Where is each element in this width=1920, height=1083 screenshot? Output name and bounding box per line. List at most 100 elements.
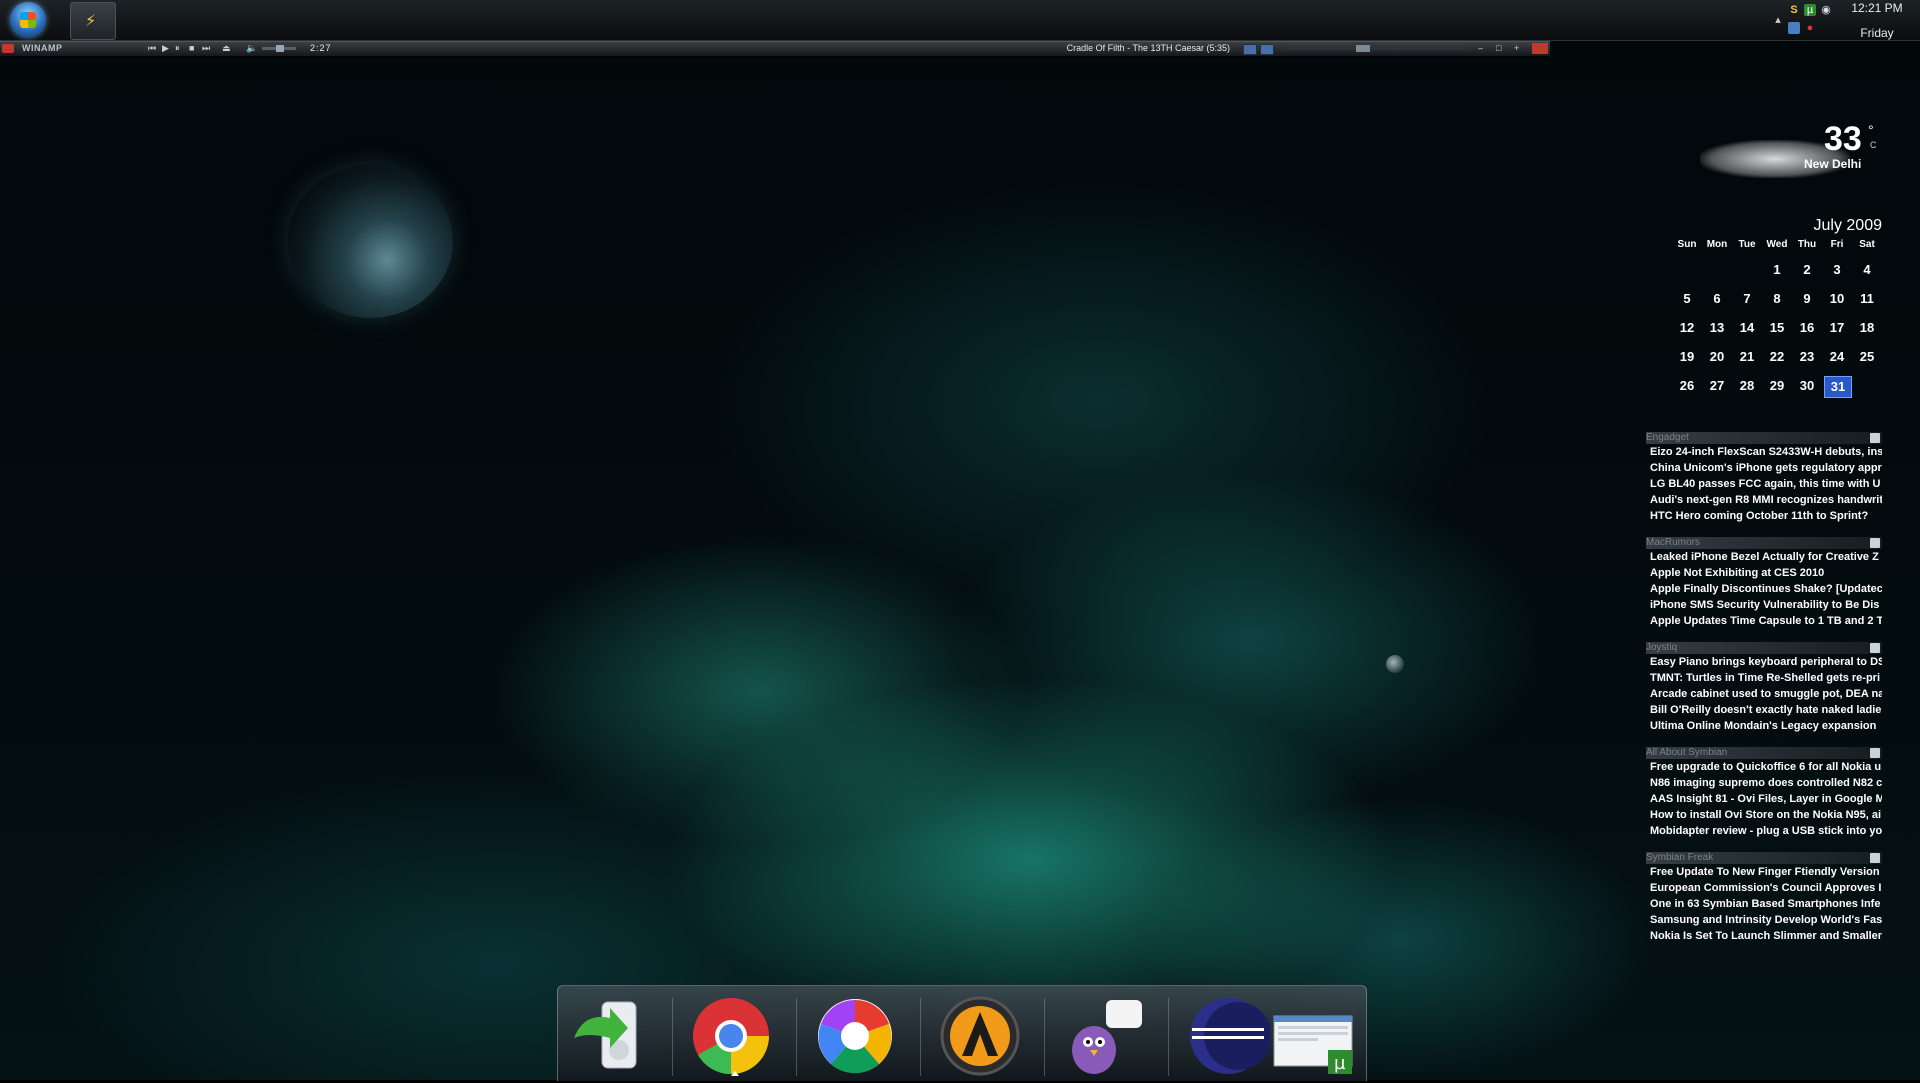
calendar-day[interactable]: 17: [1824, 318, 1850, 338]
eclipse-icon[interactable]: [1186, 994, 1272, 1078]
feed-headline-link[interactable]: HTC Hero coming October 11th to Sprint?: [1650, 510, 1882, 525]
calendar-day[interactable]: 8: [1764, 289, 1790, 309]
calendar-day[interactable]: 1: [1764, 260, 1790, 280]
calendar-day[interactable]: 27: [1704, 376, 1730, 396]
feed-headline-link[interactable]: Samsung and Intrinsity Develop World's F…: [1650, 914, 1882, 929]
feed-headline-link[interactable]: TMNT: Turtles in Time Re-Shelled gets re…: [1650, 672, 1882, 687]
feed-headline-link[interactable]: AAS Insight 81 - Ovi Files, Layer in Goo…: [1650, 793, 1882, 808]
calendar-day[interactable]: 19: [1674, 347, 1700, 367]
feed-headline-link[interactable]: One in 63 Symbian Based Smartphones Infe: [1650, 898, 1882, 913]
repeat-button[interactable]: [1260, 44, 1274, 55]
calendar-day[interactable]: 5: [1674, 289, 1700, 309]
ipod-sync-icon[interactable]: [566, 994, 650, 1078]
calendar-gadget[interactable]: July 2009 Sun Mon Tue Wed Thu Fri Sat 12345678…: [1672, 215, 1882, 398]
calendar-day[interactable]: 6: [1704, 289, 1730, 309]
feed-headline-link[interactable]: N86 imaging supremo does controlled N82 …: [1650, 777, 1882, 792]
feed-headline-link[interactable]: Easy Piano brings keyboard peripheral to…: [1650, 656, 1882, 671]
feed-headline-link[interactable]: iPhone SMS Security Vulnerability to Be …: [1650, 599, 1882, 614]
feed-headline-link[interactable]: Nokia Is Set To Launch Slimmer and Small…: [1650, 930, 1882, 945]
calendar-day[interactable]: 23: [1794, 347, 1820, 367]
skype-icon[interactable]: S: [1788, 4, 1800, 16]
taskbar-clock[interactable]: 12:21 PM Friday: [1838, 0, 1916, 40]
seek-thumb[interactable]: [1356, 45, 1370, 52]
calendar-day[interactable]: 22: [1764, 347, 1790, 367]
power-icon[interactable]: ◉: [1820, 4, 1832, 16]
previous-icon[interactable]: ⏮: [148, 43, 156, 54]
volume-icon[interactable]: ●: [1804, 22, 1816, 34]
aimp-icon[interactable]: [938, 994, 1022, 1078]
calendar-day[interactable]: 14: [1734, 318, 1760, 338]
feed-headline-link[interactable]: Mobidapter review - plug a USB stick int…: [1650, 825, 1882, 840]
feed-headline-link[interactable]: LG BL40 passes FCC again, this time with…: [1650, 478, 1882, 493]
pidgin-icon[interactable]: [1062, 994, 1146, 1078]
feed-headline-link[interactable]: Free Update To New Finger Ftiendly Versi…: [1650, 866, 1882, 881]
calendar-day[interactable]: 25: [1854, 347, 1880, 367]
shade-icon[interactable]: +: [1514, 43, 1519, 53]
window-icon[interactable]: □: [1496, 43, 1501, 53]
feed-headline-link[interactable]: Apple Not Exhibiting at CES 2010: [1650, 567, 1882, 582]
feed-section: Engadget Eizo 24-inch FlexScan S2433W-H d…: [1646, 432, 1882, 532]
utorrent-window-icon[interactable]: µ: [1270, 994, 1354, 1078]
weather-gadget[interactable]: 33 ° C New Delhi: [1700, 120, 1880, 180]
dock-separator: [796, 998, 797, 1076]
network-icon[interactable]: [1788, 22, 1800, 34]
calendar-day[interactable]: 13: [1704, 318, 1730, 338]
feed-headline-link[interactable]: Audi's next-gen R8 MMI recognizes handwr…: [1650, 494, 1882, 509]
volume-slider[interactable]: [262, 45, 296, 52]
calendar-day[interactable]: 3: [1824, 260, 1850, 280]
feed-headline-link[interactable]: Apple Updates Time Capsule to 1 TB and 2…: [1650, 615, 1882, 630]
seek-bar[interactable]: [1286, 45, 1466, 52]
pause-icon[interactable]: ⏸: [175, 43, 180, 54]
calendar-day[interactable]: 10: [1824, 289, 1850, 309]
volume-thumb[interactable]: [276, 45, 284, 52]
feed-headline-link[interactable]: China Unicom's iPhone gets regulatory ap…: [1650, 462, 1882, 477]
utorrent-icon[interactable]: µ: [1804, 4, 1816, 16]
calendar-day[interactable]: 2: [1794, 260, 1820, 280]
next-icon[interactable]: ⏭: [202, 43, 210, 54]
feed-source-header[interactable]: MacRumors: [1646, 537, 1882, 549]
feed-headline-link[interactable]: Ultima Online Mondain's Legacy expansion: [1650, 720, 1882, 735]
calendar-day[interactable]: 24: [1824, 347, 1850, 367]
calendar-day[interactable]: 4: [1854, 260, 1880, 280]
calendar-day[interactable]: 18: [1854, 318, 1880, 338]
winamp-bar: WINAMP ⏮ ▶ ⏸ ■ ⏭ ⏏ 🔈 2:27 Cradle Of Filt…: [0, 41, 1550, 57]
calendar-day[interactable]: 16: [1794, 318, 1820, 338]
winamp-taskbar-icon[interactable]: ⚡: [70, 2, 116, 40]
calendar-day[interactable]: 28: [1734, 376, 1760, 396]
calendar-today[interactable]: 31: [1824, 376, 1852, 398]
shuffle-button[interactable]: [1243, 44, 1257, 55]
chrome-icon[interactable]: [689, 994, 773, 1078]
feed-headline-link[interactable]: Leaked iPhone Bezel Actually for Creativ…: [1650, 551, 1882, 566]
feed-headline-link[interactable]: How to install Ovi Store on the Nokia N9…: [1650, 809, 1882, 824]
feed-headline-link[interactable]: European Commission's Council Approves I: [1650, 882, 1882, 897]
eject-icon[interactable]: ⏏: [222, 43, 231, 54]
feed-source-name: Engadget: [1646, 432, 1689, 443]
feed-source-header[interactable]: Engadget: [1646, 432, 1882, 444]
svg-text:µ: µ: [1334, 1053, 1346, 1074]
play-icon[interactable]: ▶: [162, 43, 169, 54]
calendar-day[interactable]: 12: [1674, 318, 1700, 338]
feed-source-header[interactable]: Symbian Freak: [1646, 852, 1882, 864]
feed-headline-link[interactable]: Eizo 24-inch FlexScan S2433W-H debuts, i…: [1650, 446, 1882, 461]
feed-headline-link[interactable]: Apple Finally Discontinues Shake? [Updat…: [1650, 583, 1882, 598]
calendar-day[interactable]: 7: [1734, 289, 1760, 309]
calendar-day[interactable]: 11: [1854, 289, 1880, 309]
feed-headline-link[interactable]: Bill O'Reilly doesn't exactly hate naked…: [1650, 704, 1882, 719]
feed-headline-link[interactable]: Free upgrade to Quickoffice 6 for all No…: [1650, 761, 1882, 776]
close-button[interactable]: [1532, 43, 1548, 54]
feed-source-header[interactable]: Joystiq: [1646, 642, 1882, 654]
feed-headline-link[interactable]: Arcade cabinet used to smuggle pot, DEA …: [1650, 688, 1882, 703]
calendar-day[interactable]: 9: [1794, 289, 1820, 309]
calendar-day[interactable]: 20: [1704, 347, 1730, 367]
calendar-day[interactable]: 30: [1794, 376, 1820, 396]
minimize-icon[interactable]: –: [1478, 43, 1483, 53]
feed-source-header[interactable]: All About Symbian: [1646, 747, 1882, 759]
start-button[interactable]: [10, 2, 46, 38]
calendar-day[interactable]: 29: [1764, 376, 1790, 396]
picasa-icon[interactable]: [813, 994, 897, 1078]
calendar-day[interactable]: 26: [1674, 376, 1700, 396]
arrow-up-icon[interactable]: ▴: [1772, 14, 1784, 26]
calendar-day[interactable]: 21: [1734, 347, 1760, 367]
calendar-day[interactable]: 15: [1764, 318, 1790, 338]
stop-icon[interactable]: ■: [189, 43, 194, 53]
